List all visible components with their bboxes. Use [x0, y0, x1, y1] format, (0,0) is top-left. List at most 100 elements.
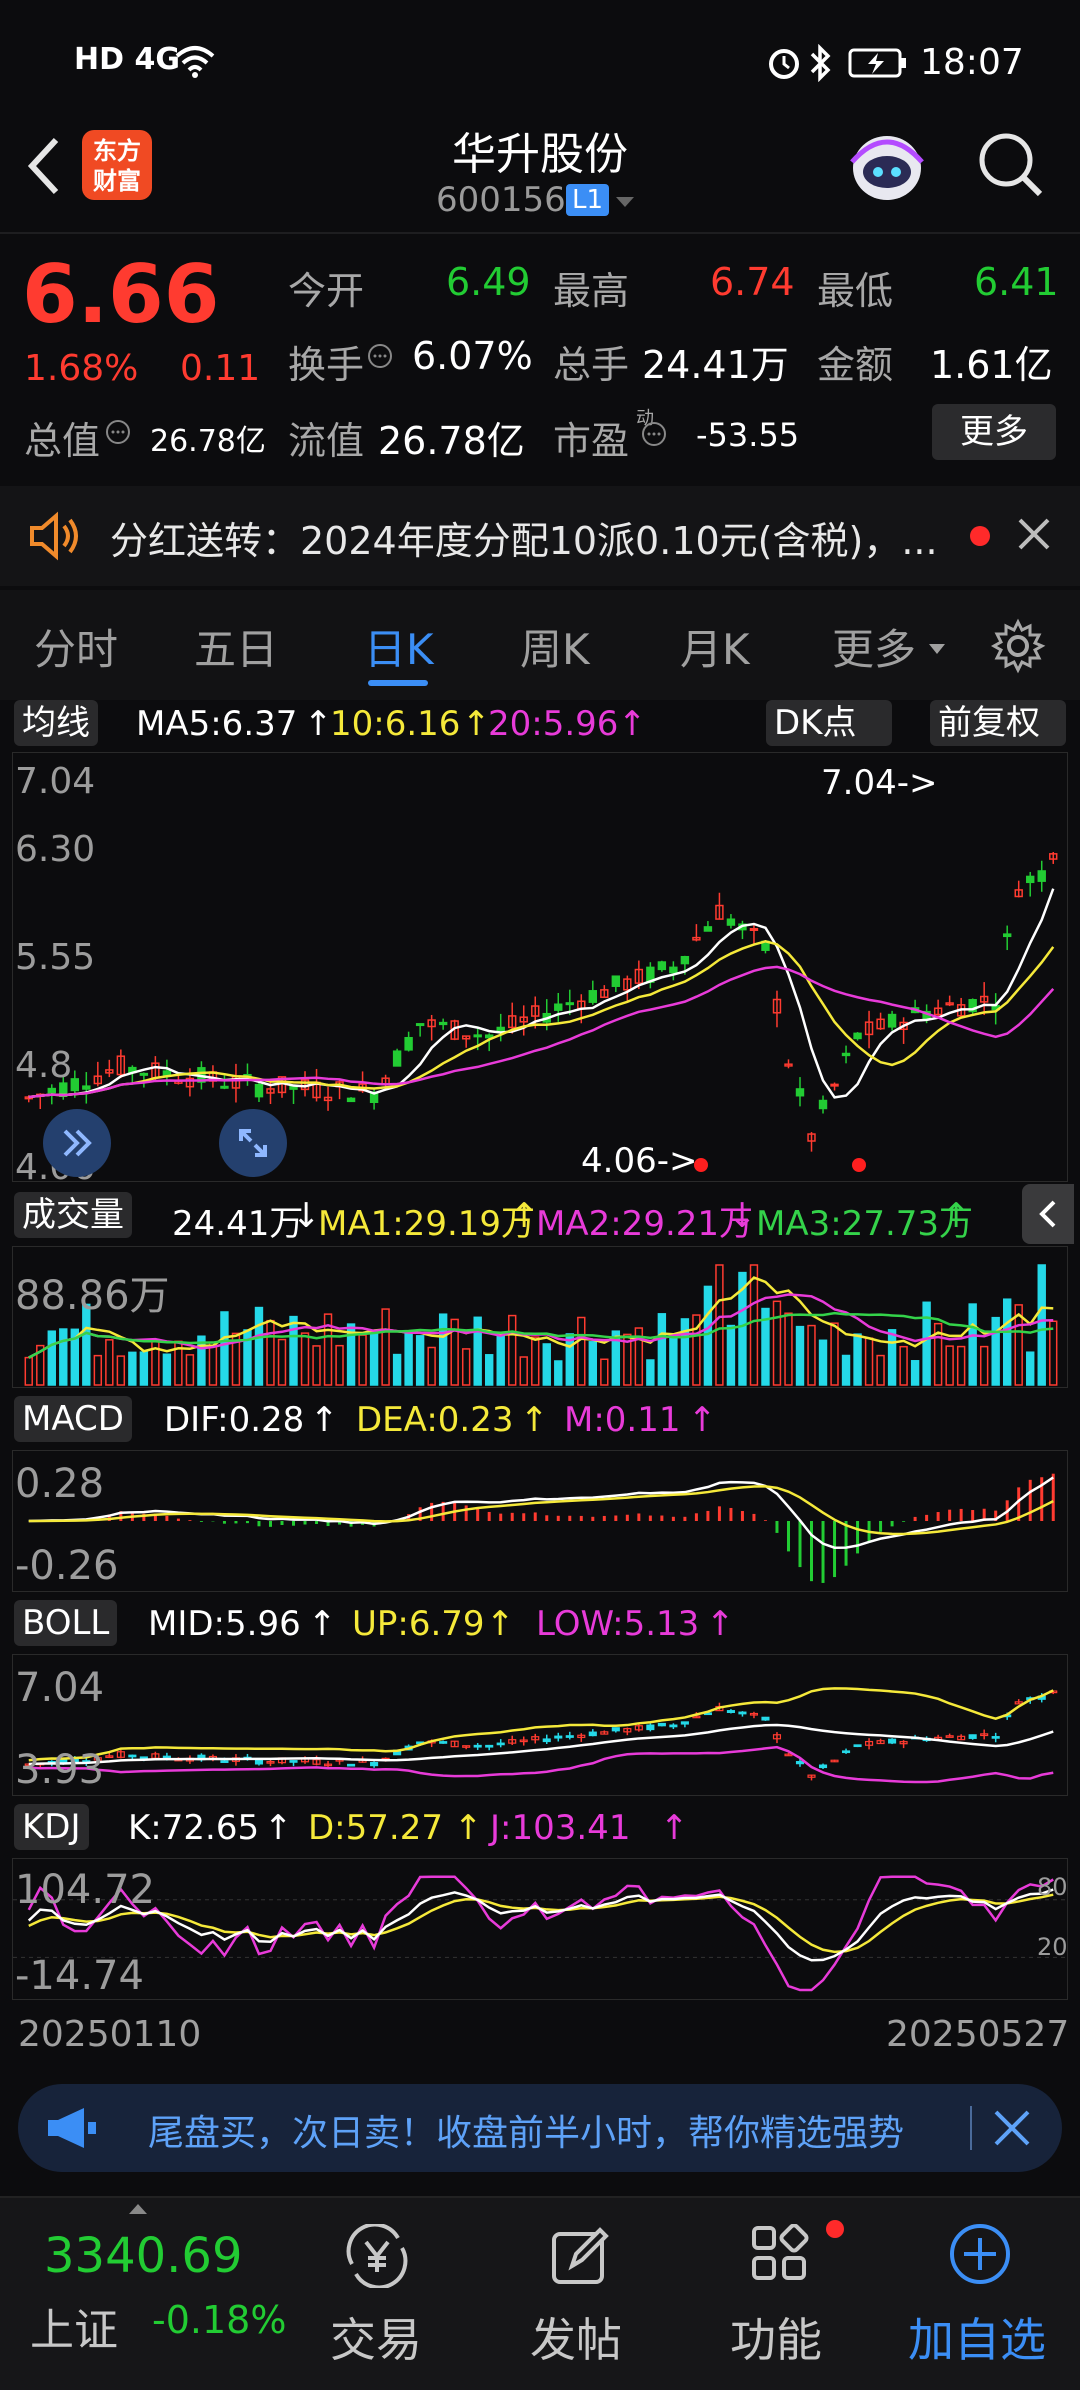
- tab-monthly-k[interactable]: 月K: [680, 616, 750, 677]
- volume-bar: [818, 1339, 828, 1386]
- boll-candle: [347, 1763, 356, 1767]
- stock-code: 600156: [436, 180, 566, 220]
- candle-body: [415, 1023, 425, 1027]
- nav-post[interactable]: 发帖: [520, 2198, 660, 2390]
- low-value: 6.41: [974, 260, 1059, 304]
- volume-bar: [991, 1316, 1000, 1386]
- candle-body: [1037, 870, 1046, 882]
- fullscreen-button[interactable]: [219, 1109, 287, 1177]
- volume-y-label: 88.86万: [15, 1273, 170, 1319]
- mcap-value: 26.78亿: [150, 424, 266, 459]
- tab-weekly-k[interactable]: 周K: [520, 616, 590, 677]
- level-badge[interactable]: L1: [566, 184, 610, 216]
- volume-bar: [438, 1313, 448, 1386]
- caret-down-icon: [928, 640, 946, 659]
- close-icon[interactable]: [1016, 516, 1052, 556]
- tab-daily-k[interactable]: 日K: [364, 616, 434, 677]
- high-label: 最高: [553, 269, 630, 313]
- expand-left-button[interactable]: [43, 1109, 111, 1177]
- adjust-button[interactable]: 前复权: [930, 700, 1066, 746]
- nav-trade-label: 交易: [330, 2313, 422, 2367]
- notification-dot-icon: [826, 2220, 844, 2238]
- nav-post-label: 发帖: [530, 2313, 622, 2367]
- volume-selector[interactable]: 成交量: [14, 1192, 132, 1238]
- kdj-y-bottom: -14.74: [15, 1953, 144, 1999]
- add-circle-icon: [948, 2222, 1012, 2290]
- nav-add-watch[interactable]: 加自选: [900, 2198, 1080, 2390]
- volume-bar: [162, 1353, 172, 1386]
- search-icon[interactable]: [976, 130, 1046, 204]
- change-percent: 1.68%: [24, 348, 139, 389]
- high-value: 6.74: [710, 260, 795, 304]
- volume-chart[interactable]: 88.86万: [12, 1246, 1068, 1388]
- close-icon[interactable]: [992, 2108, 1032, 2152]
- candle-body: [346, 1097, 356, 1103]
- index-ticker[interactable]: 3340.69 上证 -0.18%: [0, 2198, 300, 2390]
- nav-functions[interactable]: 功能: [720, 2198, 860, 2390]
- high-marker: 7.04->: [821, 763, 938, 803]
- candle-body: [680, 955, 690, 965]
- ma-legend: 均线 MA5:6.37 ↑ 10:6.16 ↑ 20:5.96 ↑ DK点 前复…: [14, 700, 1074, 748]
- volume-bar: [646, 1359, 655, 1386]
- macd-selector[interactable]: MACD: [14, 1396, 132, 1442]
- gear-icon[interactable]: [990, 618, 1046, 678]
- candle-body: [47, 1087, 56, 1094]
- chevron-down-icon[interactable]: [614, 194, 636, 213]
- boll-candle: [254, 1759, 264, 1765]
- amount-label: 金额: [817, 343, 894, 387]
- volume-bar: [277, 1338, 287, 1386]
- volume-bar: [47, 1330, 56, 1386]
- clock: 18:07: [920, 42, 1024, 83]
- candle-body: [82, 1085, 91, 1090]
- more-button[interactable]: 更多: [932, 404, 1056, 460]
- volume-bar: [864, 1337, 874, 1386]
- nav-functions-label: 功能: [730, 2313, 822, 2367]
- candle-body: [853, 1032, 862, 1040]
- kline-chart[interactable]: 7.04 6.30 5.55 4.8 4.06 7.04-> 4.06->: [12, 752, 1068, 1188]
- tab-more[interactable]: 更多: [832, 616, 916, 677]
- promo-banner[interactable]: 尾盘买，次日卖！收盘前半小时，帮你精选强势: [18, 2084, 1062, 2172]
- candle-body: [139, 1072, 149, 1076]
- kdj-canvas: [13, 1875, 1067, 1992]
- info-icon[interactable]: [104, 418, 132, 450]
- kdj-y-top: 104.72: [15, 1867, 155, 1913]
- turnover-label: 换手: [288, 343, 365, 387]
- volume-bar: [59, 1328, 68, 1386]
- macd-chart[interactable]: 0.28 -0.26: [12, 1450, 1068, 1592]
- boll-canvas: [24, 1687, 1058, 1784]
- volume-bar: [358, 1334, 367, 1386]
- boll-up: UP:6.79: [352, 1604, 485, 1644]
- info-icon[interactable]: [366, 342, 394, 374]
- tab-intraday[interactable]: 分时: [34, 616, 118, 677]
- dividend-notice[interactable]: 分红送转：2024年度分配10派0.10元(含税)，...: [0, 486, 1080, 586]
- kdj-k: K:72.65: [128, 1808, 260, 1848]
- volume-bar: [300, 1332, 310, 1386]
- volume-bar: [565, 1333, 574, 1386]
- nav-trade[interactable]: 交易: [320, 2198, 460, 2390]
- kdj-selector[interactable]: KDJ: [14, 1804, 89, 1850]
- dk-point-button[interactable]: DK点: [766, 700, 892, 746]
- robot-assistant-icon[interactable]: [842, 122, 932, 216]
- y-label: 5.55: [15, 937, 96, 978]
- volume-bar: [254, 1306, 264, 1386]
- volume-bar: [956, 1345, 966, 1386]
- volume-bar: [554, 1360, 563, 1386]
- volume-bar: [1049, 1320, 1058, 1386]
- indicator-selector[interactable]: 均线: [14, 700, 98, 746]
- kdj-chart[interactable]: 104.72 -14.74 80 20: [12, 1858, 1068, 2000]
- candle-body: [473, 1034, 482, 1038]
- open-label: 今开: [288, 269, 365, 313]
- volume-bar: [105, 1339, 114, 1386]
- volume-bar: [703, 1285, 713, 1386]
- collapse-panel-button[interactable]: [1022, 1184, 1074, 1244]
- bottom-nav: 3340.69 上证 -0.18% 交易 发帖 功能 加自选: [0, 2196, 1080, 2390]
- tab-five-day[interactable]: 五日: [194, 616, 278, 677]
- info-icon[interactable]: [640, 420, 668, 452]
- boll-chart[interactable]: 7.04 3.93: [12, 1654, 1068, 1796]
- boll-candle: [485, 1744, 494, 1748]
- boll-selector[interactable]: BOLL: [14, 1600, 118, 1646]
- volume-bar: [588, 1341, 598, 1386]
- volume-bar: [772, 1300, 782, 1386]
- volume-bar: [968, 1303, 977, 1386]
- candle-body: [795, 1088, 805, 1097]
